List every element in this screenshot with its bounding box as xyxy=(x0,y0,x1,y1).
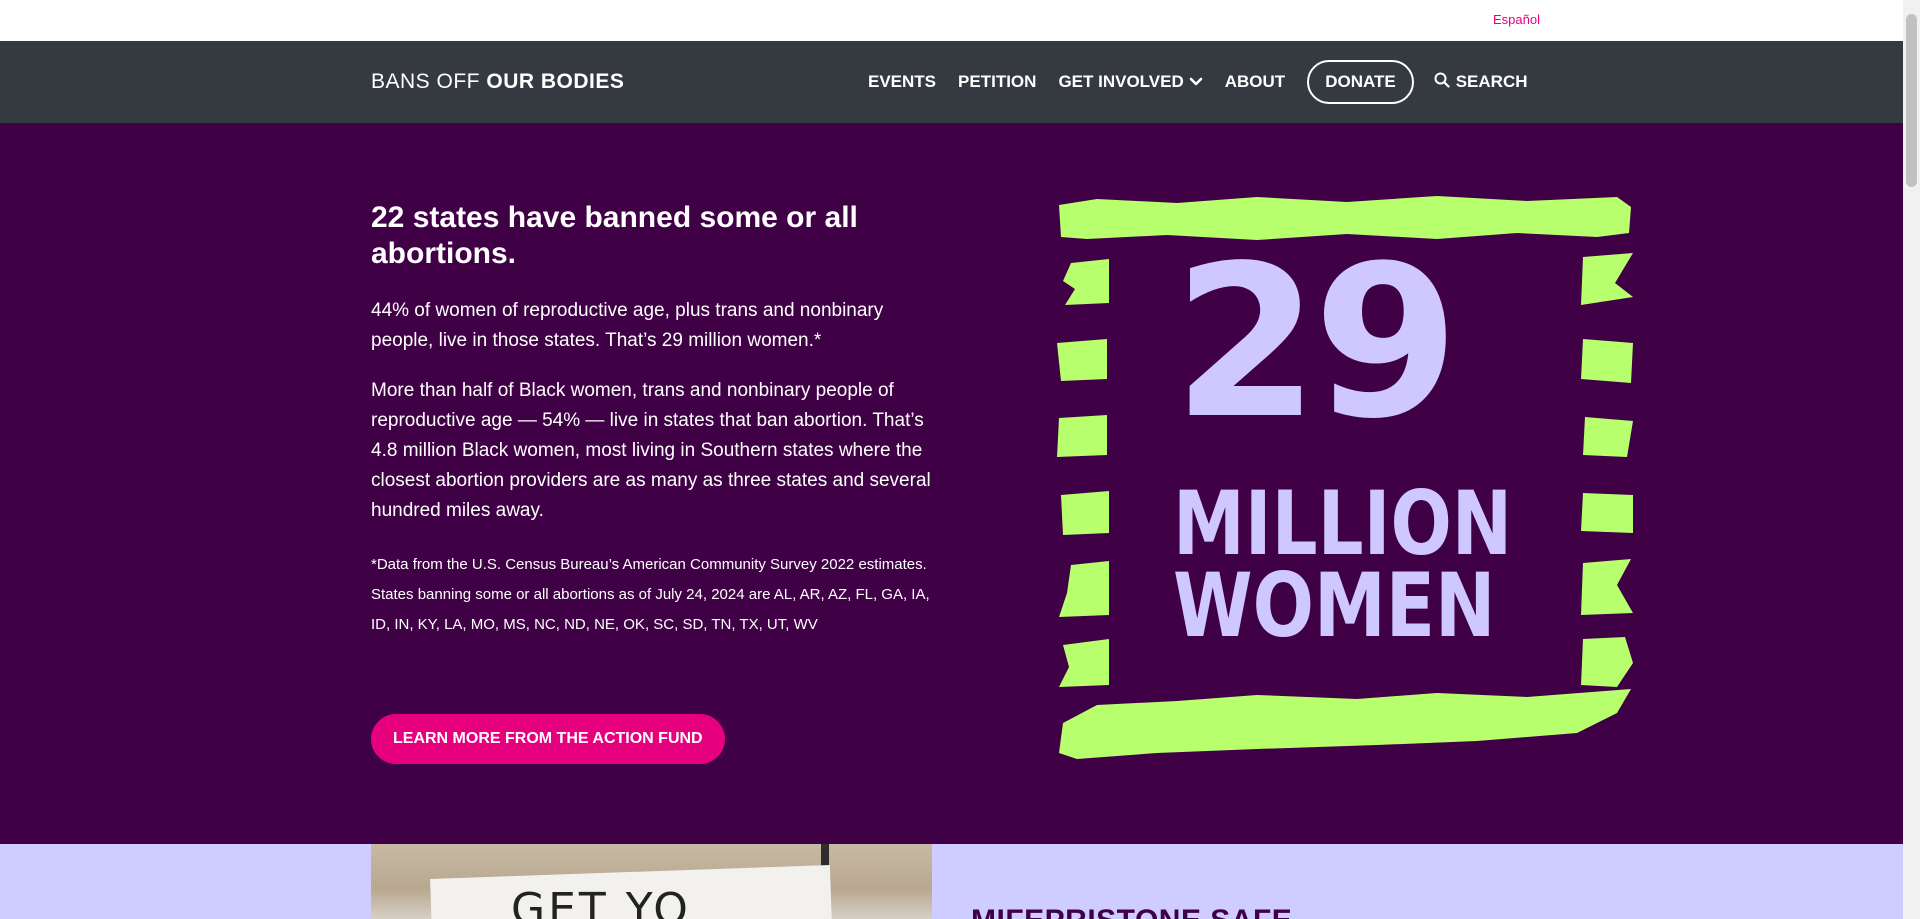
nav-events[interactable]: EVENTS xyxy=(868,72,936,92)
hero-paragraph-2: More than half of Black women, trans and… xyxy=(371,380,931,521)
nav-get-involved-label: GET INVOLVED xyxy=(1058,72,1184,91)
hero-text: 22 states have banned some or all aborti… xyxy=(371,200,931,640)
logo-text-light: BANS OFF xyxy=(371,70,481,93)
hero-paragraph-1: 44% of women of reproductive age, plus t… xyxy=(371,300,884,351)
logo-text-bold: OUR BODIES xyxy=(486,70,625,93)
main-navbar: BANS OFF OUR BODIES EVENTS PETITION GET … xyxy=(0,41,1903,123)
hero-headline: 22 states have banned some or all aborti… xyxy=(371,201,858,270)
big-word-million: MILLION xyxy=(1173,472,1513,575)
search-label: SEARCH xyxy=(1455,72,1528,91)
search-button[interactable]: SEARCH xyxy=(1434,72,1528,93)
big-number-29: 29 xyxy=(1173,220,1459,465)
chevron-down-icon xyxy=(1189,72,1203,92)
big-word-women: WOMEN xyxy=(1173,554,1496,657)
nav-about[interactable]: ABOUT xyxy=(1225,72,1285,92)
29-million-women-graphic: 29 MILLION WOMEN xyxy=(1057,193,1635,773)
protest-sign-text: GET YO xyxy=(511,884,691,919)
protest-sign-photo: GET YO xyxy=(371,844,932,919)
mifepristone-section: GET YO MIFEPRISTONE SAFE xyxy=(0,844,1903,919)
section-title: MIFEPRISTONE SAFE xyxy=(971,904,1292,919)
site-logo[interactable]: BANS OFF OUR BODIES xyxy=(371,70,624,94)
hero-section: 22 states have banned some or all aborti… xyxy=(0,123,1903,844)
language-link-espanol[interactable]: Español xyxy=(1493,12,1540,27)
primary-nav: EVENTS PETITION GET INVOLVED ABOUT DONAT… xyxy=(868,41,1528,123)
learn-more-button[interactable]: LEARN MORE FROM THE ACTION FUND xyxy=(371,714,725,764)
big-words: MILLION WOMEN xyxy=(1173,472,1513,657)
nav-petition[interactable]: PETITION xyxy=(958,72,1036,92)
search-icon xyxy=(1434,72,1456,93)
top-utility-bar: Español xyxy=(0,0,1920,41)
hero-footnote: *Data from the U.S. Census Bureau’s Amer… xyxy=(371,556,930,633)
nav-get-involved[interactable]: GET INVOLVED xyxy=(1058,72,1203,92)
donate-button[interactable]: DONATE xyxy=(1307,60,1414,104)
scrollbar-thumb[interactable] xyxy=(1906,14,1917,187)
page-scrollbar[interactable] xyxy=(1903,0,1920,919)
